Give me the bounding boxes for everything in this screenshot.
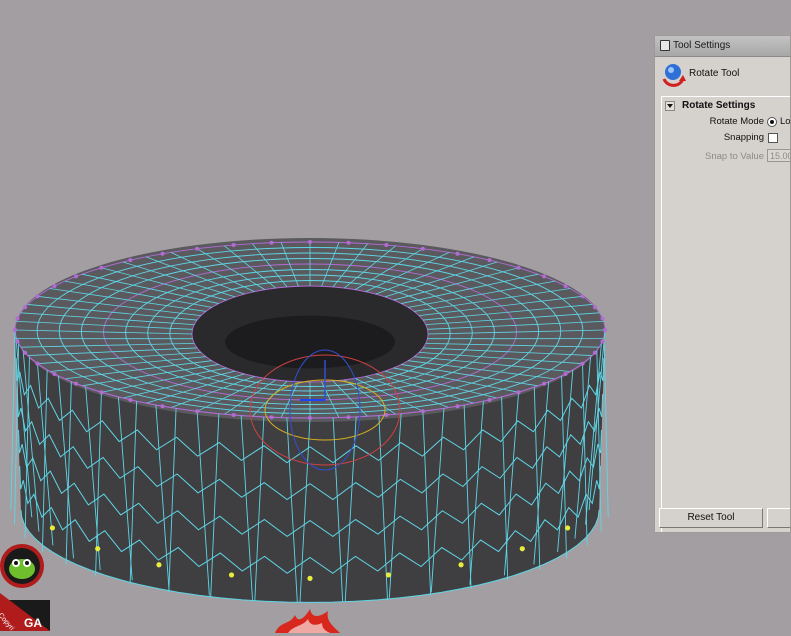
mesh-vertex <box>269 415 273 419</box>
maya-window-icon <box>660 40 670 51</box>
selected-vertex <box>156 562 161 567</box>
mesh-vertex <box>542 382 546 386</box>
mesh-vertex <box>384 243 388 247</box>
rotate-mode-local-label: Lo <box>780 116 791 127</box>
mesh-vertex <box>195 409 199 413</box>
mesh-vertex <box>308 416 312 420</box>
mesh-vertex <box>232 413 236 417</box>
mesh-vertex <box>53 372 57 376</box>
mesh-vertex <box>53 284 57 288</box>
panel-title: Tool Settings <box>673 36 730 56</box>
rotate-tool-icon[interactable] <box>661 61 687 89</box>
mesh-vertex <box>563 284 567 288</box>
mesh-vertex <box>581 294 585 298</box>
mesh-vertex <box>517 390 521 394</box>
mesh-vertex <box>308 240 312 244</box>
selected-vertex <box>565 525 570 530</box>
mesh-vertex <box>16 339 20 343</box>
mesh-vertex <box>23 305 27 309</box>
mesh-vertex <box>488 398 492 402</box>
tool-header: Rotate Tool <box>655 58 790 92</box>
watermark-logo: Copyri GA <box>0 538 50 631</box>
rotate-mode-label: Rotate Mode <box>702 116 764 127</box>
rotate-settings-section: Rotate Settings Rotate Mode Lo Snapping … <box>661 96 790 533</box>
selected-vertex <box>307 576 312 581</box>
section-header[interactable]: Rotate Settings <box>662 99 791 113</box>
section-title: Rotate Settings <box>682 100 755 111</box>
selected-vertex <box>50 525 55 530</box>
tread-vertical-wire <box>11 330 15 510</box>
mesh-vertex <box>269 241 273 245</box>
watermark-brand: GA <box>24 616 42 630</box>
flame-emblem-icon <box>270 603 350 633</box>
mesh-vertex <box>593 305 597 309</box>
mesh-vertex <box>23 351 27 355</box>
selected-vertex <box>229 572 234 577</box>
collapse-arrow-icon[interactable] <box>665 101 675 111</box>
snapping-label: Snapping <box>702 132 764 143</box>
mesh-vertex <box>347 241 351 245</box>
mesh-vertex <box>421 247 425 251</box>
mesh-vertex <box>581 362 585 366</box>
mesh-vertex <box>542 274 546 278</box>
mesh-vertex <box>600 339 604 343</box>
mesh-vertex <box>161 404 165 408</box>
mesh-vertex <box>74 274 78 278</box>
mesh-vertex <box>232 243 236 247</box>
mesh-vertex <box>35 362 39 366</box>
mesh-vertex <box>456 404 460 408</box>
mesh-vertex <box>488 258 492 262</box>
mesh-vertex <box>74 382 78 386</box>
tread-vertical-wire <box>604 337 608 517</box>
selected-vertex <box>520 546 525 551</box>
tool-name: Rotate Tool <box>689 68 739 79</box>
mesh-vertex <box>99 390 103 394</box>
tool-settings-panel: Tool Settings Rotate Tool Rotate Setting… <box>654 35 791 533</box>
mesh-vertex <box>421 409 425 413</box>
mesh-vertex <box>456 252 460 256</box>
panel-titlebar[interactable]: Tool Settings <box>655 36 790 57</box>
mesh-vertex <box>99 266 103 270</box>
selected-vertex <box>458 562 463 567</box>
mesh-vertex <box>347 415 351 419</box>
mesh-vertex <box>161 252 165 256</box>
rotate-mode-local-radio[interactable] <box>767 117 777 127</box>
mesh-vertex <box>128 258 132 262</box>
snap-value-field[interactable]: 15.00 <box>767 149 791 162</box>
mesh-vertex <box>195 247 199 251</box>
mesh-vertex <box>13 328 17 332</box>
mesh-vertex <box>35 294 39 298</box>
selected-vertex <box>386 572 391 577</box>
mesh-vertex <box>593 351 597 355</box>
selected-vertex <box>95 546 100 551</box>
mesh-vertex <box>517 266 521 270</box>
mesh-vertex <box>603 328 607 332</box>
snapping-checkbox[interactable] <box>768 133 778 143</box>
mesh-vertex <box>563 372 567 376</box>
tire-hole-inner <box>225 316 395 369</box>
mesh-vertex <box>16 317 20 321</box>
mesh-vertex <box>128 398 132 402</box>
close-button[interactable] <box>767 508 791 528</box>
reset-tool-button[interactable]: Reset Tool <box>659 508 763 528</box>
mesh-vertex <box>600 317 604 321</box>
snap-value-label: Snap to Value <box>682 151 764 162</box>
